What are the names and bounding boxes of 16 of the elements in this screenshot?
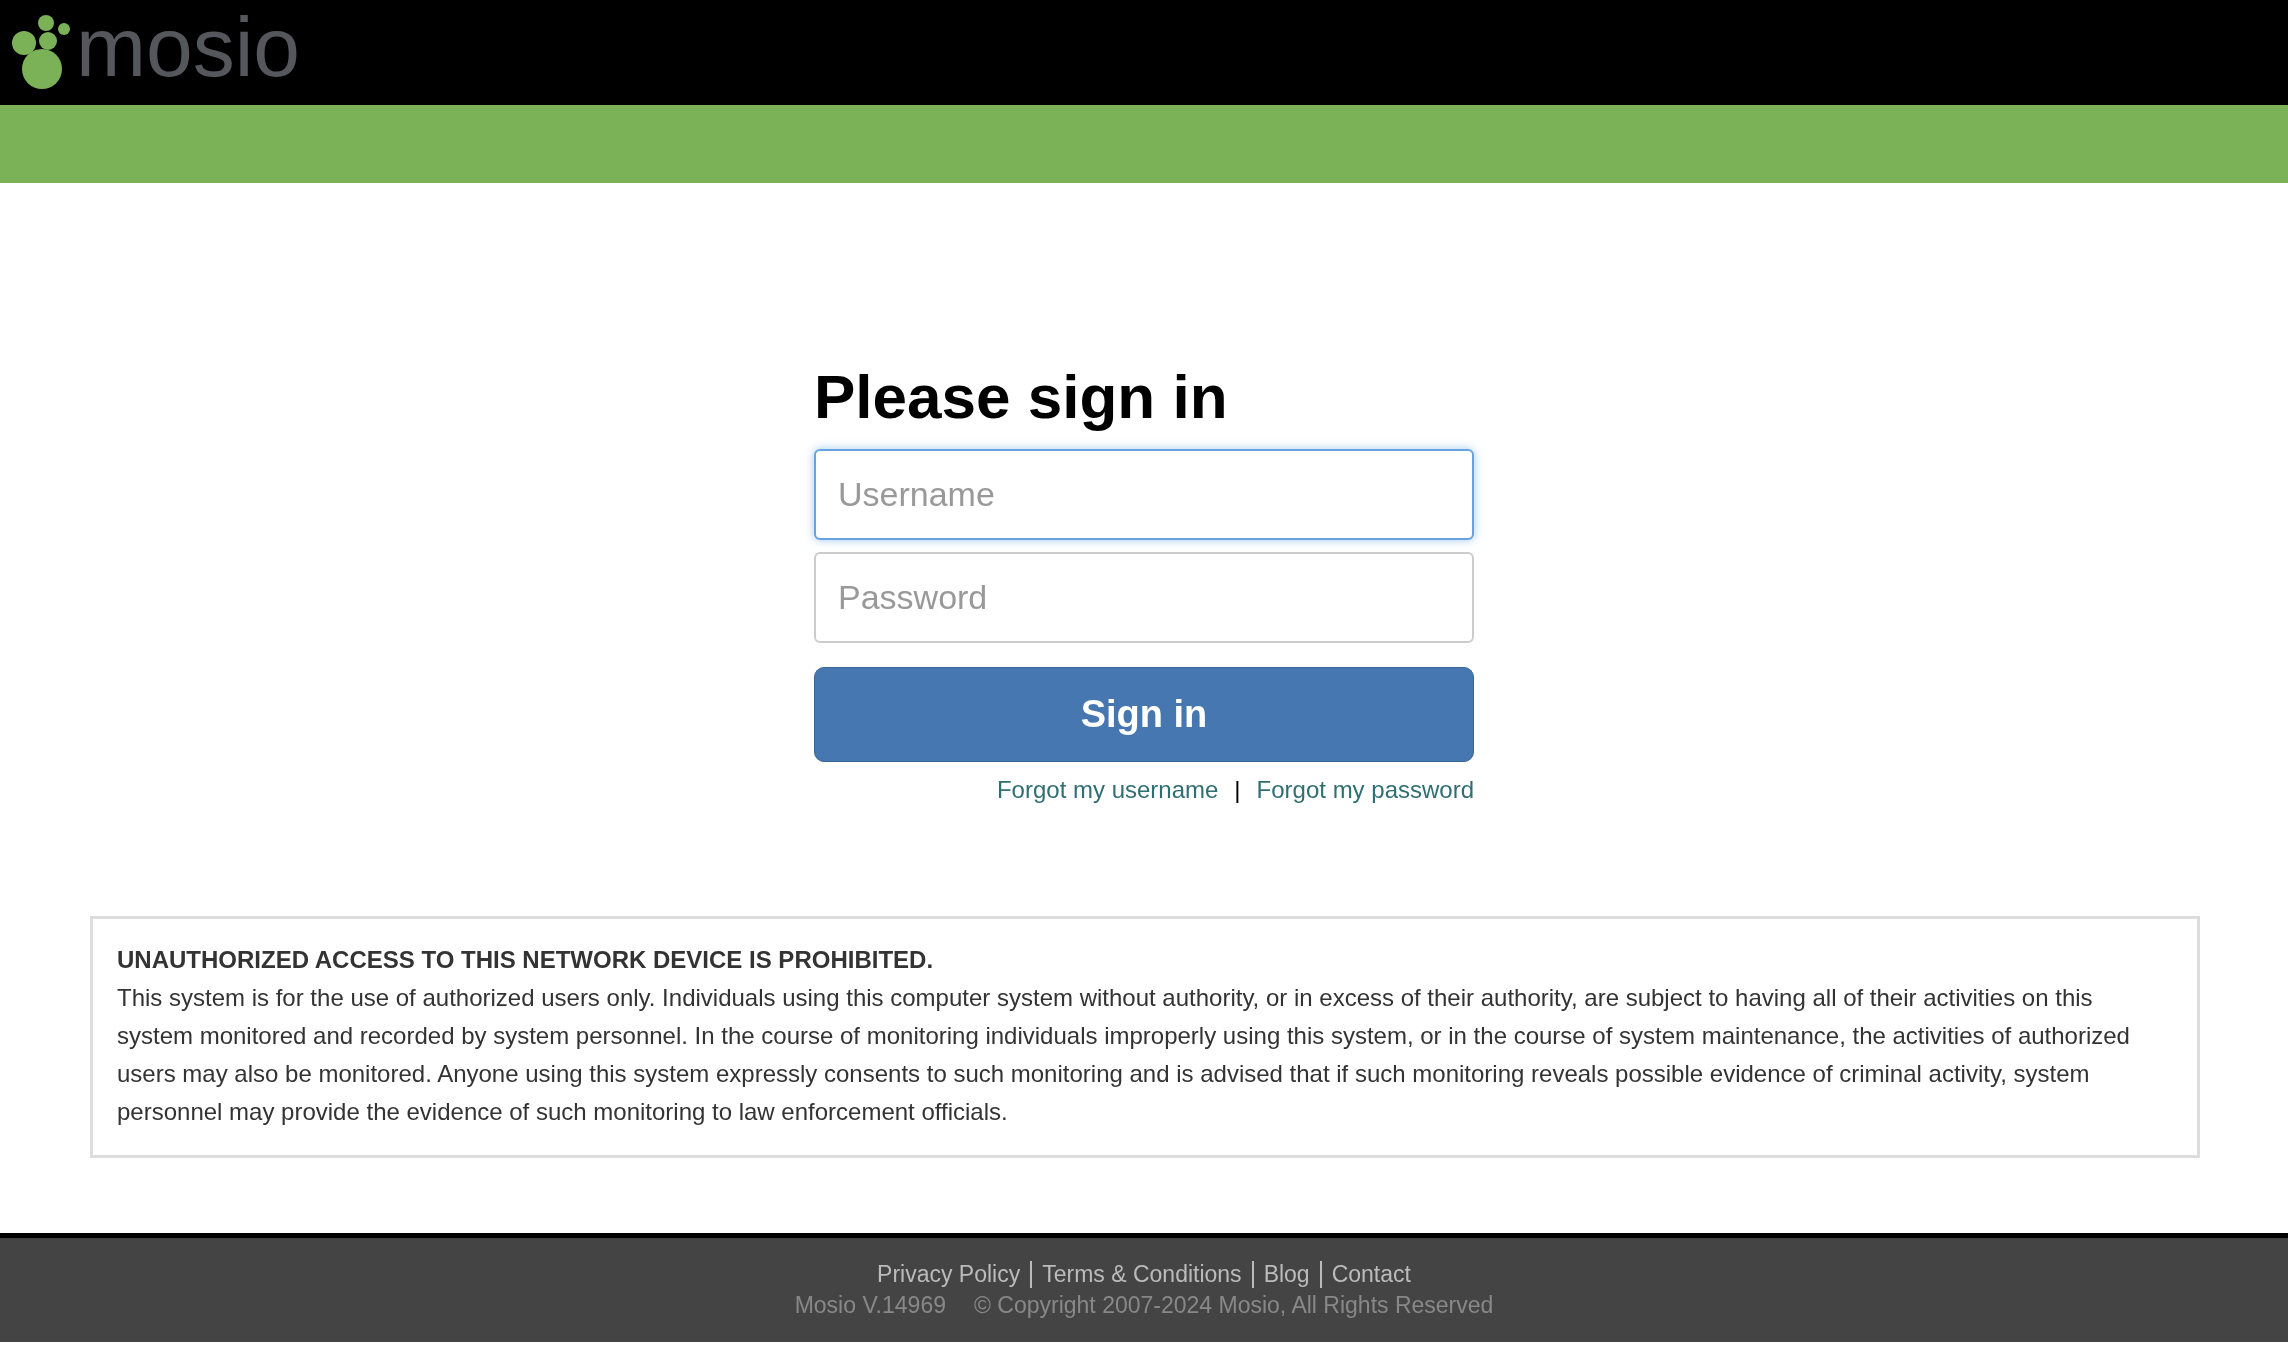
logo-text: mosio bbox=[76, 4, 301, 96]
forgot-link[interactable]: Forgot my username bbox=[996, 776, 1219, 805]
footer-link[interactable]: Privacy Policy bbox=[867, 1261, 1031, 1289]
separator: | bbox=[1234, 776, 1241, 805]
sign-in-button[interactable]: Sign in bbox=[814, 667, 1474, 763]
version-text: Mosio V.14969 bbox=[794, 1292, 946, 1320]
footer-link[interactable]: Contact bbox=[1319, 1261, 1421, 1289]
notice-text: This system is for the use of authorized users only. Individuals using this computer system without authority, or in excess of their authority, are subject to having all of their activities on this system monitored and recorded by system personnel. In the course of monitoring individuals improperly using this system, or in the course of system maintenance, the activities of authorized users may also be monitored. Anyone using this system expressly consents to such monitoring and is advised that if such monitoring reveals possible evidence of criminal activity, system personnel may provide the evidence of such monitoring to law enforcement officials. bbox=[117, 983, 2131, 1128]
page-title: Please sign in bbox=[814, 363, 1229, 432]
forgot-link[interactable]: Forgot my password bbox=[1256, 776, 1474, 805]
footer-link[interactable]: Terms & Conditions bbox=[1030, 1261, 1252, 1289]
input-field[interactable]: Username bbox=[814, 449, 1474, 541]
footer-link[interactable]: Blog bbox=[1251, 1261, 1320, 1289]
notice-heading: UNAUTHORIZED ACCESS TO THIS NETWORK DEVICE IS PROHIBITED. bbox=[117, 945, 935, 976]
input-field[interactable]: Password bbox=[814, 552, 1474, 644]
copyright-text: © Copyright 2007-2024 Mosio, All Rights Reserved bbox=[973, 1292, 1494, 1320]
